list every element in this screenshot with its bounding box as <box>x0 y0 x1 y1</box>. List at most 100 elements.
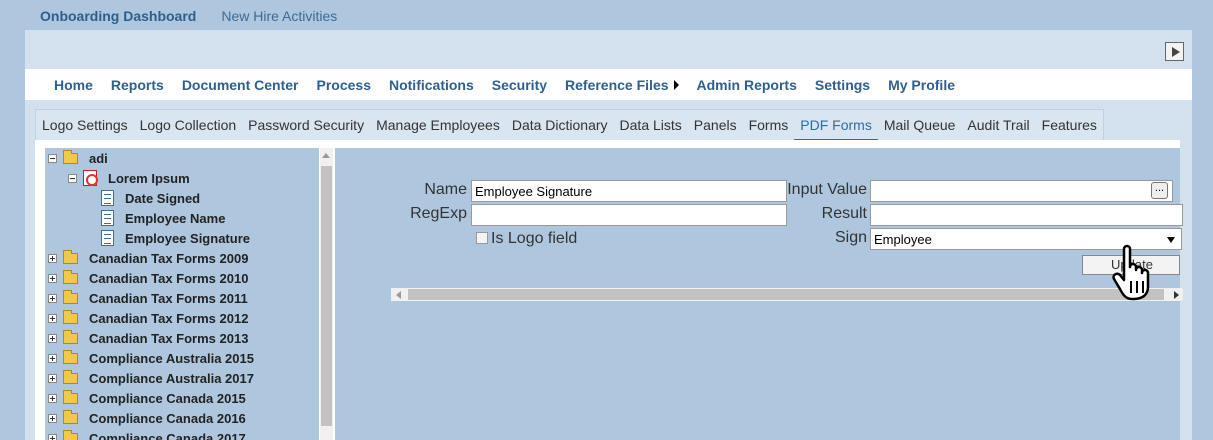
expand-icon[interactable] <box>48 253 57 263</box>
tree-node-label: Canadian Tax Forms 2009 <box>89 250 249 266</box>
tree-node[interactable]: Canadian Tax Forms 2013 <box>48 328 248 348</box>
tree-node-label: Date Signed <box>125 190 201 206</box>
scroll-up-icon[interactable] <box>322 153 330 158</box>
dropdown-arrow-icon <box>1167 237 1175 243</box>
nav-document-center[interactable]: Document Center <box>182 77 299 93</box>
pdf-forms-tree: adi Lorem Ipsum Date Signed Employee Nam… <box>45 148 319 440</box>
form-field-icon <box>101 210 114 226</box>
expand-icon[interactable] <box>48 413 57 423</box>
tree-node[interactable]: Date Signed <box>101 188 200 208</box>
tree-node-label: Compliance Canada 2015 <box>89 390 246 406</box>
tab-mail-queue[interactable]: Mail Queue <box>878 110 962 140</box>
expand-icon[interactable] <box>48 353 57 363</box>
tab-data-lists[interactable]: Data Lists <box>614 110 688 140</box>
form-field-icon <box>101 190 114 206</box>
tab-features[interactable]: Features <box>1036 110 1103 140</box>
submenu-arrow-icon <box>673 79 679 90</box>
expand-icon[interactable] <box>48 433 57 440</box>
hand-pointer-cursor-icon <box>1112 244 1150 301</box>
tree-node[interactable]: Canadian Tax Forms 2010 <box>48 268 248 288</box>
scroll-thumb[interactable] <box>321 166 332 426</box>
app-title[interactable]: Onboarding Dashboard <box>40 8 196 26</box>
nav-notifications[interactable]: Notifications <box>389 77 474 93</box>
content-area: Logo Settings Logo Collection Password S… <box>25 100 1192 440</box>
tree-node[interactable]: Canadian Tax Forms 2011 <box>48 288 248 308</box>
folder-icon <box>63 349 78 364</box>
tab-data-dictionary[interactable]: Data Dictionary <box>506 110 614 140</box>
tree-node[interactable]: Compliance Canada 2015 <box>48 388 246 408</box>
play-button[interactable] <box>1165 42 1184 61</box>
nav-admin-reports[interactable]: Admin Reports <box>697 77 797 93</box>
tree-node[interactable]: Canadian Tax Forms 2012 <box>48 308 248 328</box>
nav-settings[interactable]: Settings <box>815 77 870 93</box>
collapse-icon[interactable] <box>48 153 57 163</box>
tree-node[interactable]: Compliance Canada 2017 <box>48 428 246 440</box>
folder-icon <box>63 389 78 404</box>
main-nav: Home Reports Document Center Process Not… <box>25 69 1192 100</box>
form-horizontal-scrollbar[interactable] <box>391 288 1183 301</box>
nav-reference-files[interactable]: Reference Files <box>565 77 679 93</box>
tree-node[interactable]: Compliance Canada 2016 <box>48 408 246 428</box>
folder-icon <box>63 429 78 440</box>
browse-button[interactable]: ... <box>1151 182 1168 199</box>
tree-node-label: Canadian Tax Forms 2012 <box>89 310 249 326</box>
tree-node[interactable]: Employee Signature <box>101 228 250 248</box>
sign-label: Sign <box>834 229 867 246</box>
tree-node-label: Employee Name <box>125 210 226 226</box>
main-frame: Home Reports Document Center Process Not… <box>25 30 1192 440</box>
sign-select-value: Employee <box>874 232 932 247</box>
input-value-input[interactable] <box>870 180 1173 202</box>
top-bar: Onboarding Dashboard New Hire Activities <box>40 8 337 26</box>
play-icon <box>1171 46 1180 57</box>
nav-security[interactable]: Security <box>492 77 547 93</box>
is-logo-field-checkbox[interactable] <box>476 232 488 244</box>
nav-process[interactable]: Process <box>317 77 371 93</box>
expand-icon[interactable] <box>48 373 57 383</box>
name-input[interactable] <box>471 180 787 202</box>
result-input[interactable] <box>870 204 1183 226</box>
regexp-label: RegExp <box>410 205 467 222</box>
nav-reports[interactable]: Reports <box>111 77 164 93</box>
tree-node[interactable]: Compliance Australia 2017 <box>48 368 254 388</box>
tab-manage-employees[interactable]: Manage Employees <box>370 110 506 140</box>
tab-password-security[interactable]: Password Security <box>242 110 370 140</box>
tab-panels[interactable]: Panels <box>688 110 743 140</box>
expand-icon[interactable] <box>48 393 57 403</box>
tree-node-label: Employee Signature <box>125 230 250 246</box>
settings-tabs: Logo Settings Logo Collection Password S… <box>35 109 1104 140</box>
is-logo-field-label: Is Logo field <box>491 230 578 247</box>
tree-node-label: Canadian Tax Forms 2011 <box>89 290 248 306</box>
nav-home[interactable]: Home <box>54 77 93 93</box>
field-properties-form: Name RegExp Is Logo field Input Value ..… <box>335 148 1183 440</box>
tree-node-label: Canadian Tax Forms 2010 <box>89 270 249 286</box>
tab-logo-collection[interactable]: Logo Collection <box>134 110 243 140</box>
tree-node[interactable]: Compliance Australia 2015 <box>48 348 254 368</box>
expand-icon[interactable] <box>48 333 57 343</box>
scroll-left-icon[interactable] <box>396 291 401 299</box>
tree-node[interactable]: Canadian Tax Forms 2009 <box>48 248 248 268</box>
tab-audit-trail[interactable]: Audit Trail <box>961 110 1035 140</box>
tree-node[interactable]: Lorem Ipsum <box>68 168 190 188</box>
collapse-icon[interactable] <box>68 173 77 183</box>
nav-my-profile[interactable]: My Profile <box>888 77 955 93</box>
tree-node-label: Compliance Australia 2015 <box>89 350 254 366</box>
tree-node-label: adi <box>89 150 108 166</box>
tree-node-label: Compliance Canada 2016 <box>89 410 246 426</box>
scroll-thumb[interactable] <box>408 289 1164 300</box>
new-hire-activities-link[interactable]: New Hire Activities <box>221 8 337 26</box>
tab-pdf-forms[interactable]: PDF Forms <box>794 110 878 140</box>
tree-node[interactable]: adi <box>48 148 108 168</box>
regexp-input[interactable] <box>471 204 787 226</box>
tree-vertical-scrollbar[interactable] <box>320 148 333 440</box>
scroll-right-icon[interactable] <box>1174 291 1179 299</box>
nav-reference-files-label: Reference Files <box>565 76 669 93</box>
folder-icon <box>63 269 78 284</box>
folder-icon <box>63 149 78 164</box>
expand-icon[interactable] <box>48 313 57 323</box>
expand-icon[interactable] <box>48 273 57 283</box>
expand-icon[interactable] <box>48 293 57 303</box>
tab-forms[interactable]: Forms <box>743 110 795 140</box>
result-label: Result <box>821 205 867 222</box>
tree-node[interactable]: Employee Name <box>101 208 225 228</box>
tab-logo-settings[interactable]: Logo Settings <box>36 110 134 140</box>
